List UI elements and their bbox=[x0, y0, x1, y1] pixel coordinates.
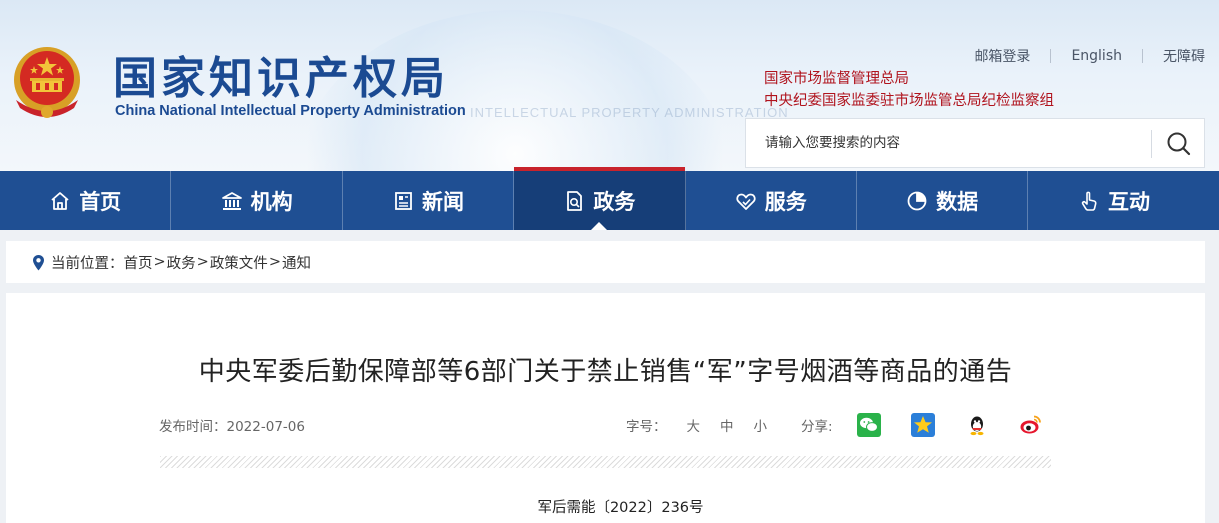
related-org-links: 国家市场监督管理总局 中央纪委国家监委驻市场监管总局纪检监察组 bbox=[764, 68, 1054, 112]
breadcrumb-separator: > bbox=[196, 254, 209, 270]
nav-label: 政务 bbox=[593, 189, 636, 214]
font-size-label: 字号： bbox=[626, 419, 667, 435]
font-size-control: 字号： 大 中 小 bbox=[626, 415, 767, 435]
newspaper-icon bbox=[395, 191, 412, 210]
building-icon bbox=[221, 191, 242, 210]
qq-icon[interactable] bbox=[965, 413, 989, 437]
breadcrumb-home[interactable]: 首页 bbox=[124, 252, 153, 273]
english-link[interactable]: English bbox=[1071, 48, 1122, 64]
samr-link[interactable]: 国家市场监督管理总局 bbox=[764, 68, 1054, 90]
breadcrumb-gov-affairs[interactable]: 政务 bbox=[167, 252, 196, 273]
nav-label: 机构 bbox=[250, 189, 293, 214]
wechat-icon[interactable] bbox=[857, 413, 881, 437]
nav-item-news[interactable]: 新闻 bbox=[343, 171, 515, 230]
divider bbox=[1142, 49, 1143, 63]
site-header: INTELLECTUAL PROPERTY ADMINISTRATION 国家知… bbox=[0, 0, 1219, 171]
nav-item-home[interactable]: 首页 bbox=[0, 171, 172, 230]
nav-item-gov-affairs[interactable]: 政务 bbox=[514, 167, 686, 230]
main-nav: 首页 机构 新闻 政务 服务 数据 互动 bbox=[0, 167, 1219, 230]
nav-item-org[interactable]: 机构 bbox=[171, 171, 343, 230]
share-label: 分享: bbox=[801, 419, 833, 435]
document-number: 军后需能〔2022〕236号 bbox=[537, 500, 704, 516]
breadcrumb-notice[interactable]: 通知 bbox=[282, 252, 311, 273]
nav-label: 新闻 bbox=[421, 189, 464, 214]
font-size-medium-button[interactable]: 中 bbox=[720, 415, 734, 435]
document-icon bbox=[567, 190, 583, 211]
breadcrumb: 当前位置： 首页 > 政务 > 政策文件 > 通知 bbox=[6, 241, 1205, 283]
nav-label: 服务 bbox=[764, 189, 807, 214]
breadcrumb-policy-docs[interactable]: 政策文件 bbox=[210, 252, 268, 273]
article-title: 中央军委后勤保障部等6部门关于禁止销售“军”字号烟酒等商品的通告 bbox=[198, 357, 1013, 387]
national-emblem-icon bbox=[14, 47, 80, 118]
font-size-large-button[interactable]: 大 bbox=[687, 415, 701, 435]
article-divider bbox=[160, 456, 1051, 468]
publish-date: 发布时间：2022-07-06 bbox=[159, 419, 305, 435]
hand-pointer-icon bbox=[1081, 191, 1097, 211]
nav-item-interaction[interactable]: 互动 bbox=[1028, 171, 1199, 230]
search-divider bbox=[1151, 130, 1152, 158]
location-pin-icon bbox=[33, 254, 44, 270]
mail-login-link[interactable]: 邮箱登录 bbox=[974, 46, 1030, 66]
nav-label: 互动 bbox=[1108, 189, 1151, 214]
divider bbox=[1050, 49, 1052, 63]
pie-chart-icon bbox=[907, 191, 927, 210]
search-box bbox=[745, 118, 1205, 168]
heart-hand-icon bbox=[736, 193, 756, 210]
search-input[interactable] bbox=[746, 119, 1146, 167]
breadcrumb-separator: > bbox=[268, 254, 281, 270]
brand-title-en[interactable]: China National Intellectual Property Adm… bbox=[115, 103, 466, 119]
nav-item-services[interactable]: 服务 bbox=[686, 171, 857, 230]
nav-label: 数据 bbox=[936, 189, 979, 214]
breadcrumb-separator: > bbox=[153, 254, 166, 270]
inspection-group-link[interactable]: 中央纪委国家监委驻市场监管总局纪检监察组 bbox=[764, 90, 1054, 112]
nav-label: 首页 bbox=[79, 189, 122, 214]
nav-item-data[interactable]: 数据 bbox=[857, 171, 1029, 230]
accessibility-link[interactable]: 无障碍 bbox=[1163, 46, 1205, 66]
header-watermark: INTELLECTUAL PROPERTY ADMINISTRATION bbox=[470, 105, 789, 120]
search-icon[interactable] bbox=[1164, 129, 1194, 159]
breadcrumb-prefix: 当前位置： bbox=[51, 255, 124, 272]
font-size-small-button[interactable]: 小 bbox=[754, 415, 768, 435]
article-panel: 中央军委后勤保障部等6部门关于禁止销售“军”字号烟酒等商品的通告 发布时间：20… bbox=[6, 293, 1205, 523]
weibo-icon[interactable] bbox=[1019, 413, 1043, 437]
brand-title-cn[interactable]: 国家知识产权局 bbox=[113, 42, 449, 106]
home-icon bbox=[51, 191, 69, 210]
qzone-icon[interactable] bbox=[911, 413, 935, 437]
top-links: 邮箱登录 English 无障碍 bbox=[974, 46, 1205, 66]
